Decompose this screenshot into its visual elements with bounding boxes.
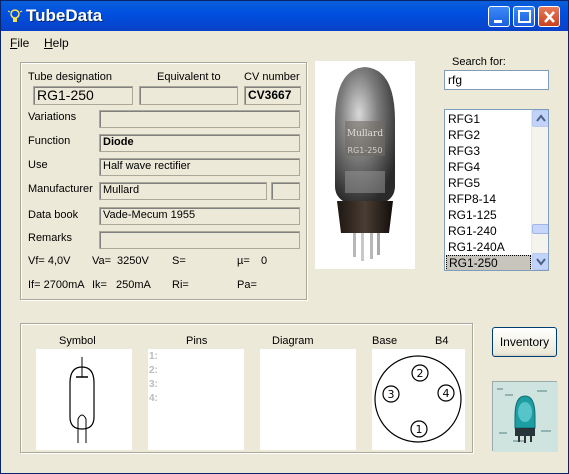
minimize-button[interactable]	[488, 6, 510, 27]
base-label: Base	[372, 335, 398, 347]
s-label: S=	[172, 255, 186, 267]
title-bar[interactable]: TubeData	[1, 1, 568, 31]
tube-listbox[interactable]: RFG1 RFG2 RFG3 RFG4 RFG5 RFP8-14 RG1-125 RG1-24…	[444, 109, 549, 271]
pins-label: Pins	[186, 335, 208, 347]
ik-label: Ik=	[92, 279, 107, 291]
if-value: If= 2700mA	[28, 279, 85, 291]
equivalent-field[interactable]	[139, 86, 238, 105]
pin-1: 1:	[149, 351, 158, 362]
remarks-label: Remarks	[28, 232, 73, 244]
symbol-label: Symbol	[59, 335, 96, 347]
search-label: Search for:	[452, 56, 506, 68]
mu-label: µ=	[237, 255, 250, 267]
cv-number-field[interactable]: CV3667	[244, 86, 301, 105]
function-field[interactable]: Diode	[99, 134, 300, 152]
manufacturer-code-field[interactable]	[271, 182, 300, 200]
base-pinout-diagram: 2 3 4 1	[374, 355, 462, 443]
menu-bar: File Help	[1, 33, 568, 52]
scroll-up-button[interactable]	[532, 110, 548, 127]
va-value: 3250V	[117, 255, 149, 267]
close-button[interactable]	[538, 6, 560, 27]
menu-file[interactable]: File	[10, 36, 29, 50]
tube-photo: Mullard RG1-250	[315, 61, 415, 269]
lightbulb-icon	[7, 8, 23, 24]
pa-label: Pa=	[237, 279, 257, 291]
tube-list-item[interactable]: RFG5	[446, 175, 531, 191]
remarks-field[interactable]	[99, 231, 300, 249]
window-title: TubeData	[26, 6, 103, 25]
base-pin-3: 3	[388, 388, 395, 401]
manufacturer-field[interactable]: Mullard	[99, 182, 267, 200]
manufacturer-label: Manufacturer	[28, 183, 93, 195]
maximize-button[interactable]	[513, 6, 535, 27]
variations-label: Variations	[28, 111, 77, 123]
tube-list-item[interactable]: RG1-250	[446, 255, 531, 270]
use-field[interactable]: Half wave rectifier	[99, 158, 300, 176]
app-logo	[492, 381, 558, 452]
vf-value: Vf= 4,0V	[28, 255, 71, 267]
ik-value: 250mA	[116, 279, 151, 291]
diode-symbol	[69, 357, 95, 443]
pins-panel: 1: 2: 3: 4:	[148, 349, 244, 450]
tube-list-rows: RFG1 RFG2 RFG3 RFG4 RFG5 RFP8-14 RG1-125 RG1-24…	[446, 111, 531, 270]
pin-3: 3:	[149, 379, 158, 390]
diagram-panel	[260, 349, 356, 450]
tube-list-item[interactable]: RFG2	[446, 127, 531, 143]
tube-list-item[interactable]: RFG3	[446, 143, 531, 159]
function-label: Function	[28, 135, 71, 147]
list-scrollbar[interactable]	[531, 110, 548, 270]
va-label: Va=	[92, 255, 112, 267]
base-panel: 2 3 4 1	[372, 349, 465, 450]
tube-list-item[interactable]: RG1-240	[446, 223, 531, 239]
cv-number-label: CV number	[244, 71, 300, 83]
tube-list-item[interactable]: RFP8-14	[446, 191, 531, 207]
inventory-button[interactable]: Inventory	[492, 327, 557, 357]
base-type: B4	[435, 335, 449, 347]
base-pin-2: 2	[417, 367, 424, 380]
mu-value: 0	[261, 255, 268, 267]
tube-designation-field[interactable]: RG1-250	[33, 86, 133, 105]
ri-label: Ri=	[172, 279, 189, 291]
tube-list-item[interactable]: RFG4	[446, 159, 531, 175]
symbol-panel	[36, 349, 132, 450]
diagram-label: Diagram	[272, 335, 314, 347]
tube-list-item[interactable]: RG1-240A	[446, 239, 531, 255]
scroll-thumb[interactable]	[532, 224, 548, 234]
base-pin-4: 4	[443, 387, 450, 400]
use-label: Use	[28, 159, 48, 171]
pin-4: 4:	[149, 393, 158, 404]
menu-help[interactable]: Help	[44, 36, 69, 50]
databook-field[interactable]: Vade-Mecum 1955	[99, 207, 300, 225]
main-window: TubeData File Help Tube designation Equi…	[0, 0, 569, 474]
tube-photo-logo: Mullard	[347, 129, 383, 139]
search-input[interactable]: rfg	[444, 70, 549, 90]
tube-designation-label: Tube designation	[28, 71, 112, 83]
variations-field[interactable]	[99, 110, 300, 128]
equivalent-label: Equivalent to	[157, 71, 221, 83]
scroll-down-button[interactable]	[532, 253, 548, 270]
pin-2: 2:	[149, 365, 158, 376]
base-pin-1: 1	[416, 423, 423, 436]
tube-photo-marking: RG1-250	[347, 146, 382, 155]
tube-list-item[interactable]: RFG1	[446, 111, 531, 127]
tube-list-item[interactable]: RG1-125	[446, 207, 531, 223]
databook-label: Data book	[28, 209, 79, 221]
